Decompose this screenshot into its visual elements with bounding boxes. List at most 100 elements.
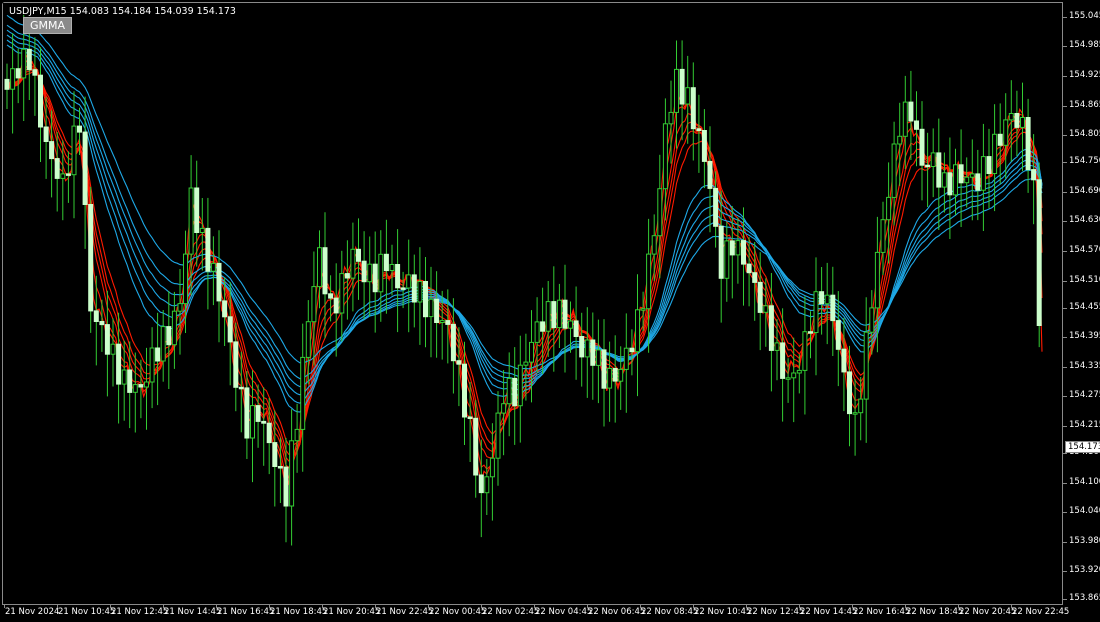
time-tick-label: 22 Nov 04:45 [535,607,593,617]
indicator-label-gmma[interactable]: GMMA [23,17,73,34]
price-tick-mark [1063,162,1067,164]
candle-body [992,133,998,175]
price-tick-mark [1063,512,1067,514]
candle-body [199,227,205,233]
time-tick-label: 21 Nov 20:45 [323,607,381,617]
price-tick-mark [1063,366,1067,368]
candle-body [618,368,624,382]
price-tick-label: 153.920 [1069,565,1100,576]
candle-body [780,342,786,379]
price-tick-label: 154.570 [1069,244,1100,255]
candle-body [506,377,512,405]
price-tick-mark [1063,396,1067,398]
candle-body [54,158,60,179]
candle-body [272,442,278,468]
candle-body [623,347,629,370]
price-tick-label: 154.215 [1069,419,1100,430]
candle-body [902,101,908,137]
candle-body [612,368,618,382]
time-tick-label: 22 Nov 12:45 [747,607,805,617]
candle-body [930,152,936,167]
candle-body [690,87,696,130]
time-tick-label: 22 Nov 08:45 [641,607,699,617]
candle-body [244,387,250,439]
candle-body [49,141,55,160]
candle-body [1031,169,1037,181]
candle-body [395,264,401,289]
candle-body [595,349,601,366]
candle-body [796,369,802,374]
candle-body [540,321,546,332]
price-tick-label: 154.510 [1069,274,1100,285]
time-tick-label: 21 Nov 10:45 [58,607,116,617]
candle-body [908,101,914,122]
candle-body [774,342,780,351]
time-tick-label: 21 Nov 2024 [5,607,60,617]
time-tick-label: 22 Nov 14:45 [800,607,858,617]
candle-body [305,321,311,358]
candle-body [523,361,529,366]
price-tick-label: 154.100 [1069,476,1100,487]
price-tick-mark [1063,541,1067,543]
price-tick-mark [1063,307,1067,309]
time-tick-label: 22 Nov 10:45 [694,607,752,617]
candle-body [668,111,674,125]
candle-body [188,187,194,255]
long-ema-line-60 [6,14,1043,370]
candle-body [361,260,367,283]
candle-body [333,297,339,314]
candle-body [768,305,774,351]
candle-body [651,235,657,255]
candle-body [562,299,568,329]
candle-body [551,301,557,329]
candle-body [534,321,540,343]
price-tick-mark [1063,598,1067,600]
candle-body [874,251,880,309]
candle-body [897,135,903,145]
candle-body [478,474,484,494]
candle-body [450,323,456,362]
candle-body [707,160,713,189]
candle-body [953,164,958,196]
price-tick-label: 154.865 [1069,99,1100,110]
candle-body [434,298,440,323]
price-tick-label: 155.045 [1069,10,1100,21]
candle-body [936,152,942,188]
candle-body [980,156,986,191]
price-tick-label: 154.925 [1069,69,1100,80]
price-tick-label: 154.455 [1069,301,1100,312]
candle-body [886,196,892,221]
candle-body [718,225,724,279]
candle-body [1008,113,1014,121]
candle-body [891,143,897,198]
plot-area[interactable]: USDJPY,M15 154.083 154.184 154.039 154.1… [2,2,1063,605]
price-axis[interactable]: 155.045 154.985 154.925 154.865 154.805 154.7… [1063,2,1100,605]
candle-body [21,48,27,79]
candle-body [517,364,523,407]
price-tick-mark [1063,191,1067,193]
candle-body [568,320,573,329]
candle-body [1020,117,1025,128]
candle-body [406,274,412,289]
candle-body [986,156,992,175]
candle-body [423,281,428,318]
candlestick-chart[interactable] [3,3,1063,605]
candle-body [99,321,105,326]
candle-body [1036,179,1042,326]
candle-body [227,316,233,343]
price-tick-mark [1063,46,1067,48]
candle-body [752,272,758,283]
candle-body [216,262,222,302]
candle-body [339,273,345,314]
candle-body [116,343,122,385]
time-axis[interactable]: 21 Nov 2024 21 Nov 10:45 21 Nov 12:45 21 No… [2,605,1069,622]
candle-body [26,48,32,71]
candle-body [266,422,272,444]
candle-body [261,420,267,424]
chart-window: USDJPY,M15 154.083 154.184 154.039 154.1… [0,0,1100,622]
candle-body [975,173,981,191]
candle-body [501,403,507,414]
candle-body [914,120,919,130]
candle-body [484,476,490,494]
time-tick-label: 22 Nov 02:45 [482,607,540,617]
